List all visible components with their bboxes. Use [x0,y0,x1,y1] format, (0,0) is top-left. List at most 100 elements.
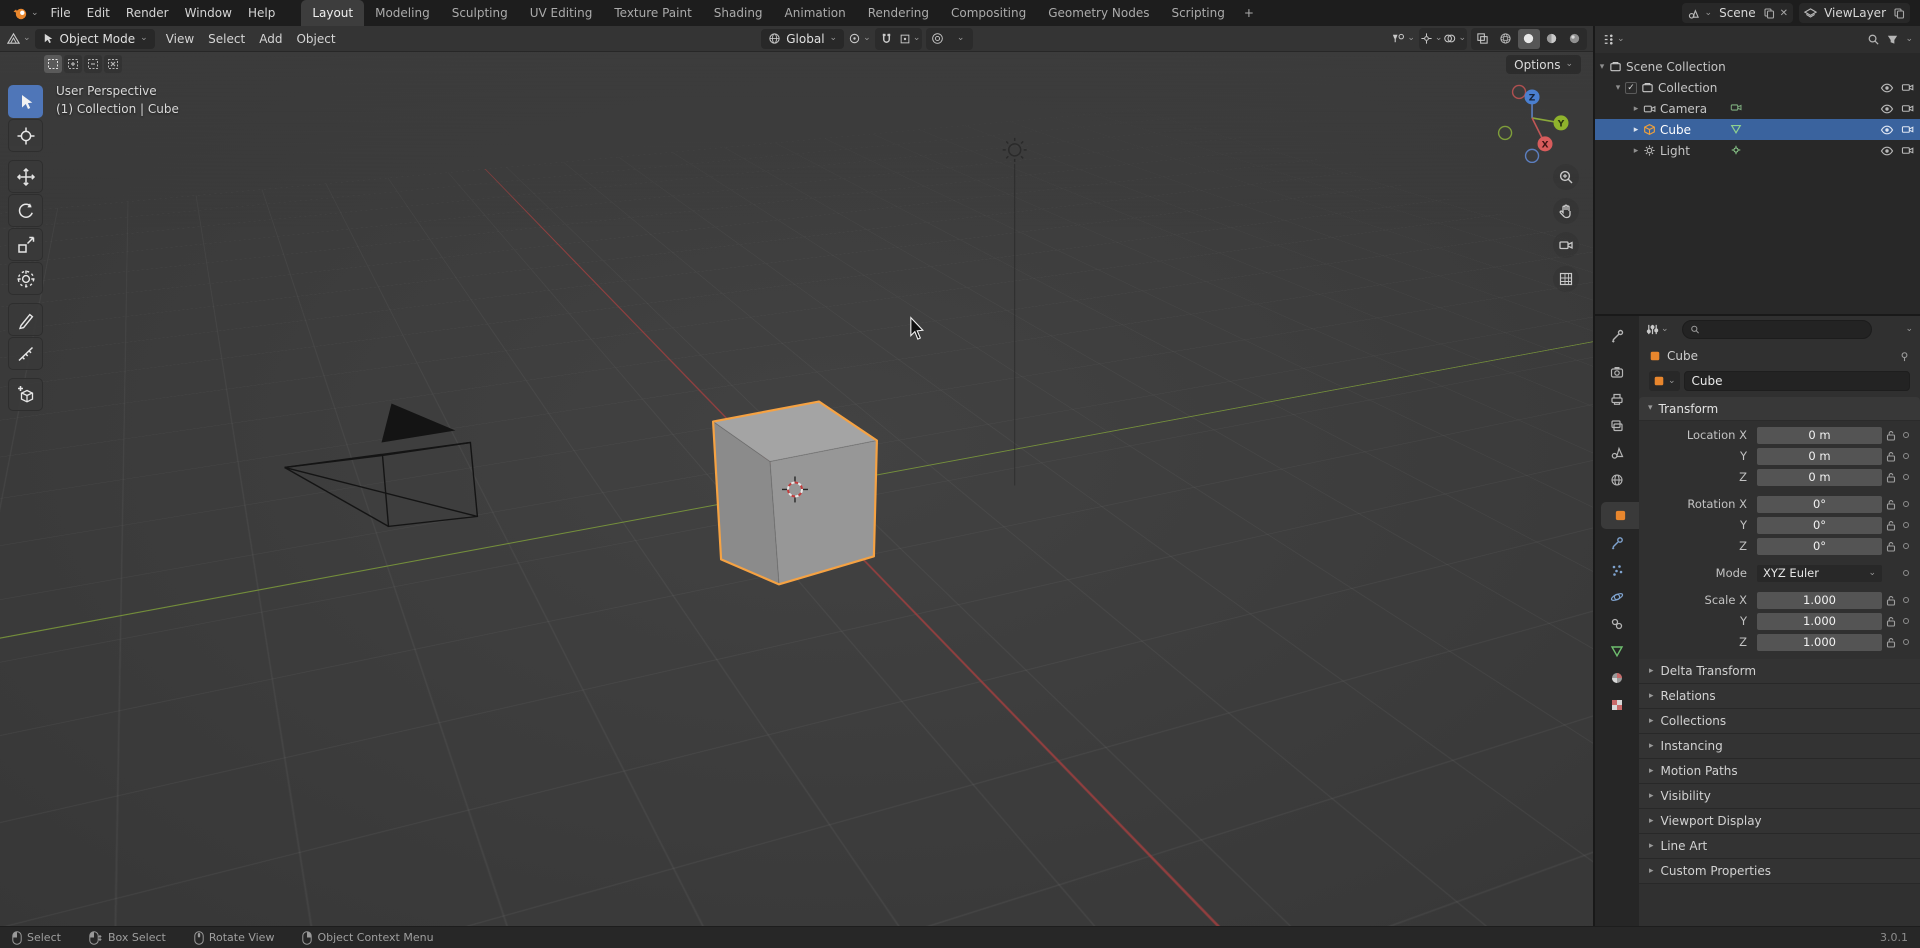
panel-relations[interactable]: ▸ Relations [1639,684,1920,709]
shading-material-button[interactable] [1541,29,1563,49]
animate-dot[interactable] [1900,453,1912,459]
tool-measure[interactable] [8,337,43,370]
tab-geometry-nodes[interactable]: Geometry Nodes [1037,0,1160,26]
viewport-3d[interactable]: Z Y X User Perspective (1) Collection | … [0,52,1593,926]
tab-constraints[interactable] [1595,610,1639,637]
panel-viewport-display[interactable]: ▸ Viewport Display [1639,809,1920,834]
lock-icon[interactable] [1882,430,1900,441]
caret-right-icon[interactable]: ▸ [1629,104,1643,114]
new-scene-icon[interactable] [1763,7,1775,19]
outliner-item-label[interactable]: Scene Collection [1626,60,1726,74]
lock-icon[interactable] [1882,595,1900,606]
object-name-input[interactable] [1684,371,1910,391]
render-camera-icon[interactable] [1901,82,1914,93]
editor-type-button[interactable]: ⌄ [6,29,31,49]
outliner-row-camera[interactable]: ▸ Camera [1595,98,1920,119]
filter-icon[interactable] [1886,33,1899,46]
tool-move[interactable] [8,160,43,193]
gizmo-neg-x[interactable] [1513,85,1526,98]
menu-object[interactable]: Object [289,32,342,46]
tab-compositing[interactable]: Compositing [940,0,1037,26]
scale-z-field[interactable]: 1.000 [1757,634,1882,651]
select-mode-set[interactable] [44,55,62,73]
lock-icon[interactable] [1882,541,1900,552]
panel-collections[interactable]: ▸ Collections [1639,709,1920,734]
add-workspace-button[interactable]: + [1236,0,1262,26]
menu-add[interactable]: Add [252,32,289,46]
animate-dot[interactable] [1900,432,1912,438]
tab-layout[interactable]: Layout [301,0,364,26]
lock-icon[interactable] [1882,499,1900,510]
select-mode-subtract[interactable] [84,55,102,73]
hide-eye-icon[interactable] [1880,82,1894,94]
caret-down-icon[interactable]: ▾ [1595,62,1609,72]
options-button[interactable]: Options ⌄ [1506,55,1581,74]
menu-window[interactable]: Window [177,6,240,20]
tab-uv-editing[interactable]: UV Editing [519,0,604,26]
lock-icon[interactable] [1882,520,1900,531]
lock-icon[interactable] [1882,616,1900,627]
menu-file[interactable]: File [43,6,79,20]
tab-physics[interactable] [1595,583,1639,610]
gizmo-neg-y[interactable] [1499,126,1512,139]
collection-exclude-checkbox[interactable]: ✓ [1625,82,1637,94]
location-z-field[interactable]: 0 m [1757,469,1882,486]
menu-render[interactable]: Render [118,6,177,20]
panel-motion-paths[interactable]: ▸ Motion Paths [1639,759,1920,784]
show-object-types-dropdown[interactable]: ⌄ [1391,29,1415,49]
cube-object[interactable] [713,402,877,585]
panel-visibility[interactable]: ▸ Visibility [1639,784,1920,809]
panel-instancing[interactable]: ▸ Instancing [1639,734,1920,759]
animate-dot[interactable] [1900,570,1912,576]
proportional-falloff-dropdown[interactable]: ⌄ [950,29,972,49]
camera-view-button[interactable] [1553,232,1579,258]
tool-scale[interactable] [8,228,43,261]
tab-modeling[interactable]: Modeling [364,0,441,26]
panel-line-art[interactable]: ▸ Line Art [1639,834,1920,859]
mode-dropdown[interactable]: Object Mode ⌄ [35,29,155,49]
animate-dot[interactable] [1900,501,1912,507]
location-y-field[interactable]: 0 m [1757,448,1882,465]
tab-scripting[interactable]: Scripting [1160,0,1235,26]
close-icon[interactable]: ✕ [1780,8,1788,19]
chevron-down-icon[interactable]: ⌄ [1905,35,1913,44]
caret-down-icon[interactable]: ▾ [1611,83,1625,93]
scale-x-field[interactable]: 1.000 [1757,592,1882,609]
tab-material[interactable] [1595,664,1639,691]
pivot-point-dropdown[interactable]: ⌄ [848,29,871,49]
menu-select[interactable]: Select [201,32,252,46]
xray-toggle[interactable] [1472,29,1494,49]
navigation-gizmo[interactable]: Z Y X [1499,85,1569,162]
gizmos-toggle[interactable]: ⌄ [1420,29,1443,49]
outliner-editor-button[interactable]: ⌄ [1602,30,1625,50]
tab-texture-paint[interactable]: Texture Paint [603,0,702,26]
new-view-layer-icon[interactable] [1893,7,1905,19]
search-icon[interactable] [1867,33,1880,46]
pin-icon[interactable] [1899,351,1910,362]
tab-object-data[interactable] [1595,637,1639,664]
lock-icon[interactable] [1882,637,1900,648]
rotation-y-field[interactable]: 0° [1757,517,1882,534]
gizmo-neg-z[interactable] [1526,149,1539,162]
tab-object[interactable] [1601,502,1639,529]
tab-sculpting[interactable]: Sculpting [441,0,519,26]
menu-help[interactable]: Help [240,6,283,20]
animate-dot[interactable] [1900,474,1912,480]
outliner-row-collection[interactable]: ▾ ✓ Collection [1595,77,1920,98]
tab-render[interactable] [1595,358,1639,385]
snap-target-dropdown[interactable]: ⌄ [899,29,921,49]
tab-output[interactable] [1595,385,1639,412]
animate-dot[interactable] [1900,543,1912,549]
zoom-button[interactable] [1553,164,1579,190]
animate-dot[interactable] [1900,618,1912,624]
outliner-row-light[interactable]: ▸ Light [1595,140,1920,161]
tab-rendering[interactable]: Rendering [857,0,940,26]
menu-edit[interactable]: Edit [79,6,118,20]
scene-selector[interactable]: ⌄ Scene ✕ [1682,3,1794,23]
outliner-item-label[interactable]: Light [1660,144,1690,158]
animate-dot[interactable] [1900,639,1912,645]
rotation-mode-dropdown[interactable]: XYZ Euler ⌄ [1757,565,1882,582]
tab-tool[interactable] [1595,322,1639,349]
menu-view[interactable]: View [159,32,201,46]
view-layer-selector[interactable]: ViewLayer [1799,3,1910,23]
